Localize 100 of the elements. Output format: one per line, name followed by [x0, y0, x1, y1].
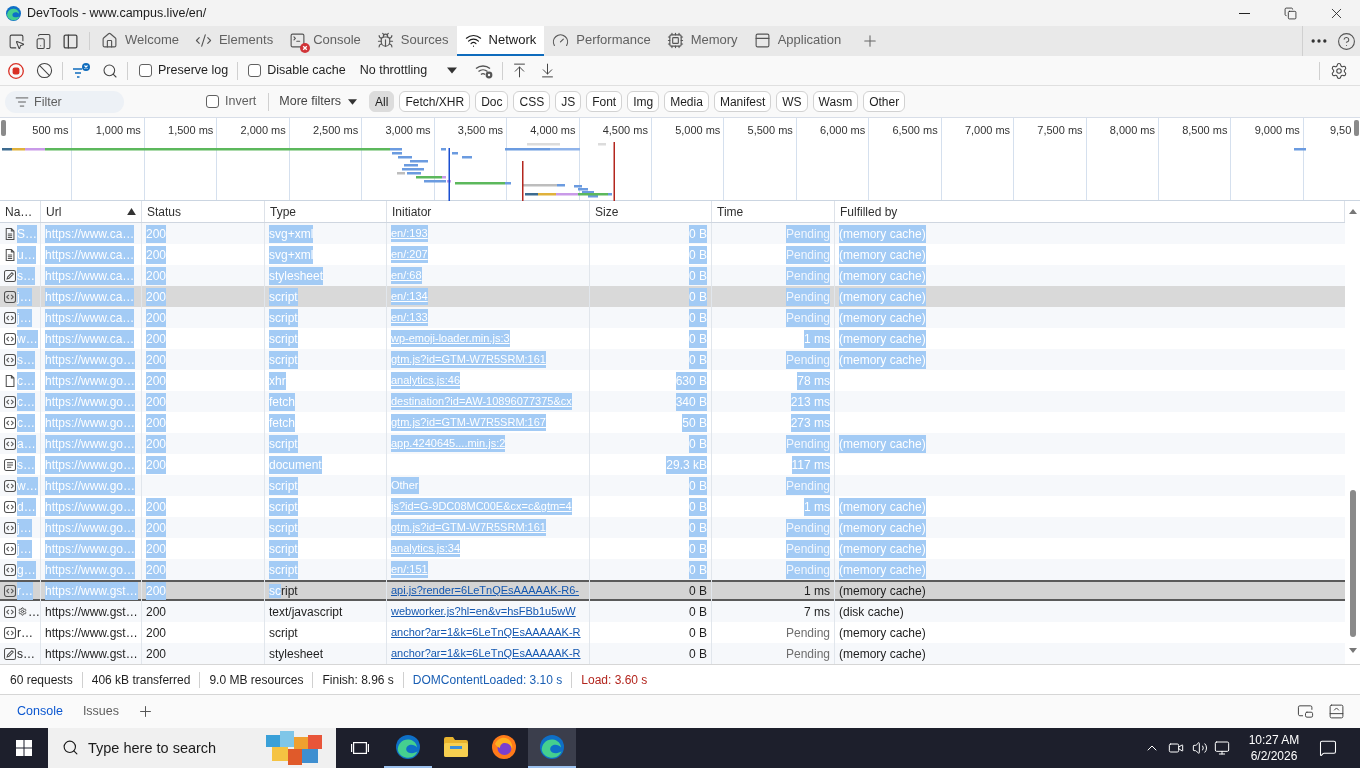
time-tick-label: 5,000 ms [675, 123, 721, 138]
panel-tab[interactable]: Console [281, 26, 369, 56]
time-value: Pending [785, 645, 830, 663]
time-tick-label: 6,500 ms [892, 123, 938, 138]
range-handle[interactable] [1354, 120, 1359, 136]
checkbox[interactable] [248, 64, 262, 77]
speaker-icon[interactable] [1192, 740, 1208, 756]
initiator-link[interactable]: anchor?ar=1&k=6LeTnQEsAAAAAK-R [391, 624, 581, 641]
panel-tab[interactable]: Network [456, 26, 545, 56]
panel-tab[interactable]: Elements [186, 26, 282, 56]
camera-icon[interactable] [1168, 740, 1184, 756]
request-name: d… [17, 497, 36, 516]
column-header[interactable]: Time [712, 201, 835, 222]
type-filter-button[interactable]: All [369, 91, 395, 112]
column-header[interactable]: Size [590, 201, 712, 222]
time-value: Pending [785, 539, 830, 558]
drawer-tab[interactable]: Console [9, 698, 71, 725]
type-filter-button[interactable]: Other [863, 91, 906, 112]
option-label[interactable]: Preserve log [158, 61, 229, 80]
size-value: 0 B [689, 350, 707, 369]
column-header[interactable]: Status [142, 201, 265, 222]
request-row[interactable]: s… https://www.gst… 200 stylesheet anchor?ar=1&k=6LeTnQEsAAAAAK-R 0 B Pending (memory cache) [0, 643, 1345, 664]
scrollbar-thumb[interactable] [1349, 490, 1356, 637]
type-filter-button[interactable]: Doc [475, 91, 509, 112]
time-value: Pending [785, 245, 830, 264]
filter-field[interactable]: Filter [5, 90, 124, 113]
fulfilled-source: (memory cache) [839, 350, 926, 369]
search-icon[interactable] [102, 62, 118, 79]
time-value: Pending [785, 308, 830, 327]
panel-tab[interactable]: Welcome [93, 26, 187, 56]
request-url: https://www.gst… [45, 624, 138, 642]
status-code: 200 [146, 245, 167, 264]
clock-date[interactable]: 6/2/2026 [1250, 748, 1298, 764]
panel-tab[interactable]: Memory [658, 26, 746, 56]
size-value: 0 B [689, 245, 707, 264]
size-value: 0 B [689, 329, 707, 348]
time-tick-label: 3,500 ms [457, 123, 504, 138]
size-value: 0 B [689, 582, 707, 600]
clear-icon[interactable] [36, 62, 53, 79]
triangle-up-icon[interactable] [1348, 208, 1357, 214]
initiator-link[interactable]: webworker.js?hl=en&v=hsFBb1u5wW [391, 603, 576, 620]
wifi-gear-icon[interactable] [475, 62, 494, 79]
type-filter-button[interactable]: JS [555, 91, 582, 112]
type-filter-button[interactable]: Media [664, 91, 709, 112]
panel-tab[interactable]: Sources [368, 26, 457, 56]
monitor-icon[interactable] [1214, 740, 1230, 756]
type-filter-button[interactable]: Fetch/XHR [399, 91, 471, 112]
size-value: 0 B [689, 603, 707, 621]
gear-icon [18, 607, 27, 616]
range-handle[interactable] [1, 120, 6, 136]
filter-icon[interactable] [72, 62, 90, 79]
panel-bottom-icon[interactable] [1328, 703, 1345, 720]
taskbar-app-button[interactable] [528, 728, 576, 768]
request-name: s… [17, 350, 35, 369]
more-filters-dropdown[interactable]: More filters [279, 90, 358, 113]
type-filter-button[interactable]: Wasm [812, 91, 859, 112]
type-filter-button[interactable]: CSS [513, 91, 551, 112]
column-header[interactable]: Url [41, 201, 142, 222]
request-name: s… [17, 455, 35, 474]
triangle-down-icon[interactable] [1348, 647, 1357, 653]
stop-recording-icon[interactable] [8, 62, 24, 79]
undock-icon[interactable] [1297, 703, 1314, 720]
checkbox[interactable] [139, 64, 152, 77]
resource-type: document [269, 455, 322, 474]
drawer-tab[interactable]: Issues [74, 698, 127, 725]
request-row[interactable]: … https://www.gst… 200 text/javascript webworker.js?hl=en&v=hsFBb1u5wW 0 B 7 ms (disk cache) [0, 601, 1345, 622]
column-header[interactable]: Type [265, 201, 387, 222]
help-icon[interactable] [1337, 31, 1356, 51]
clock-time[interactable]: 10:27 AM [1248, 732, 1300, 748]
type-filter-button[interactable]: Img [627, 91, 660, 112]
request-name: r… [17, 624, 33, 642]
notification-icon[interactable] [1319, 739, 1337, 757]
request-url: https://www.gst… [45, 603, 138, 621]
initiator-link[interactable]: api.js?render=6LeTnQEsAAAAAK-R6- [391, 582, 579, 599]
type-filter-button[interactable]: WS [776, 91, 808, 112]
add-tab-icon[interactable] [137, 703, 154, 720]
request-url: https://www.ca… [45, 245, 135, 264]
resource-type: script [269, 518, 298, 537]
code-square-icon [4, 605, 16, 618]
initiator-link[interactable]: anchor?ar=1&k=6LeTnQEsAAAAAK-R [391, 645, 581, 662]
throttling-dropdown[interactable]: No throttling [359, 59, 458, 82]
option-label[interactable]: Invert [225, 92, 257, 111]
option-label[interactable]: Disable cache [267, 61, 346, 80]
fulfilled-source: (memory cache) [839, 497, 926, 516]
type-filter-button[interactable]: Manifest [713, 91, 772, 112]
panel-tab[interactable]: Application [745, 26, 850, 56]
column-header[interactable]: Initiator [387, 201, 590, 222]
request-row[interactable]: r… https://www.gst… 200 script api.js?render=6LeTnQEsAAAAAK-R6- 0 B 1 ms (memory cache) [0, 580, 1345, 601]
time-tick-label: 2,000 ms [240, 123, 286, 138]
pen-square-icon [4, 647, 16, 660]
column-header[interactable]: Na… [0, 201, 41, 222]
page-icon [4, 374, 16, 387]
puzzle-pieces-illustration [266, 731, 322, 765]
panel-tab[interactable]: Performance [544, 26, 659, 56]
type-filter-button[interactable]: Font [586, 91, 623, 112]
status-code: 200 [146, 329, 167, 348]
settings-icon[interactable] [1330, 61, 1348, 80]
status-code: 200 [146, 392, 167, 411]
checkbox[interactable] [206, 95, 219, 108]
status-code: 200 [146, 518, 167, 537]
